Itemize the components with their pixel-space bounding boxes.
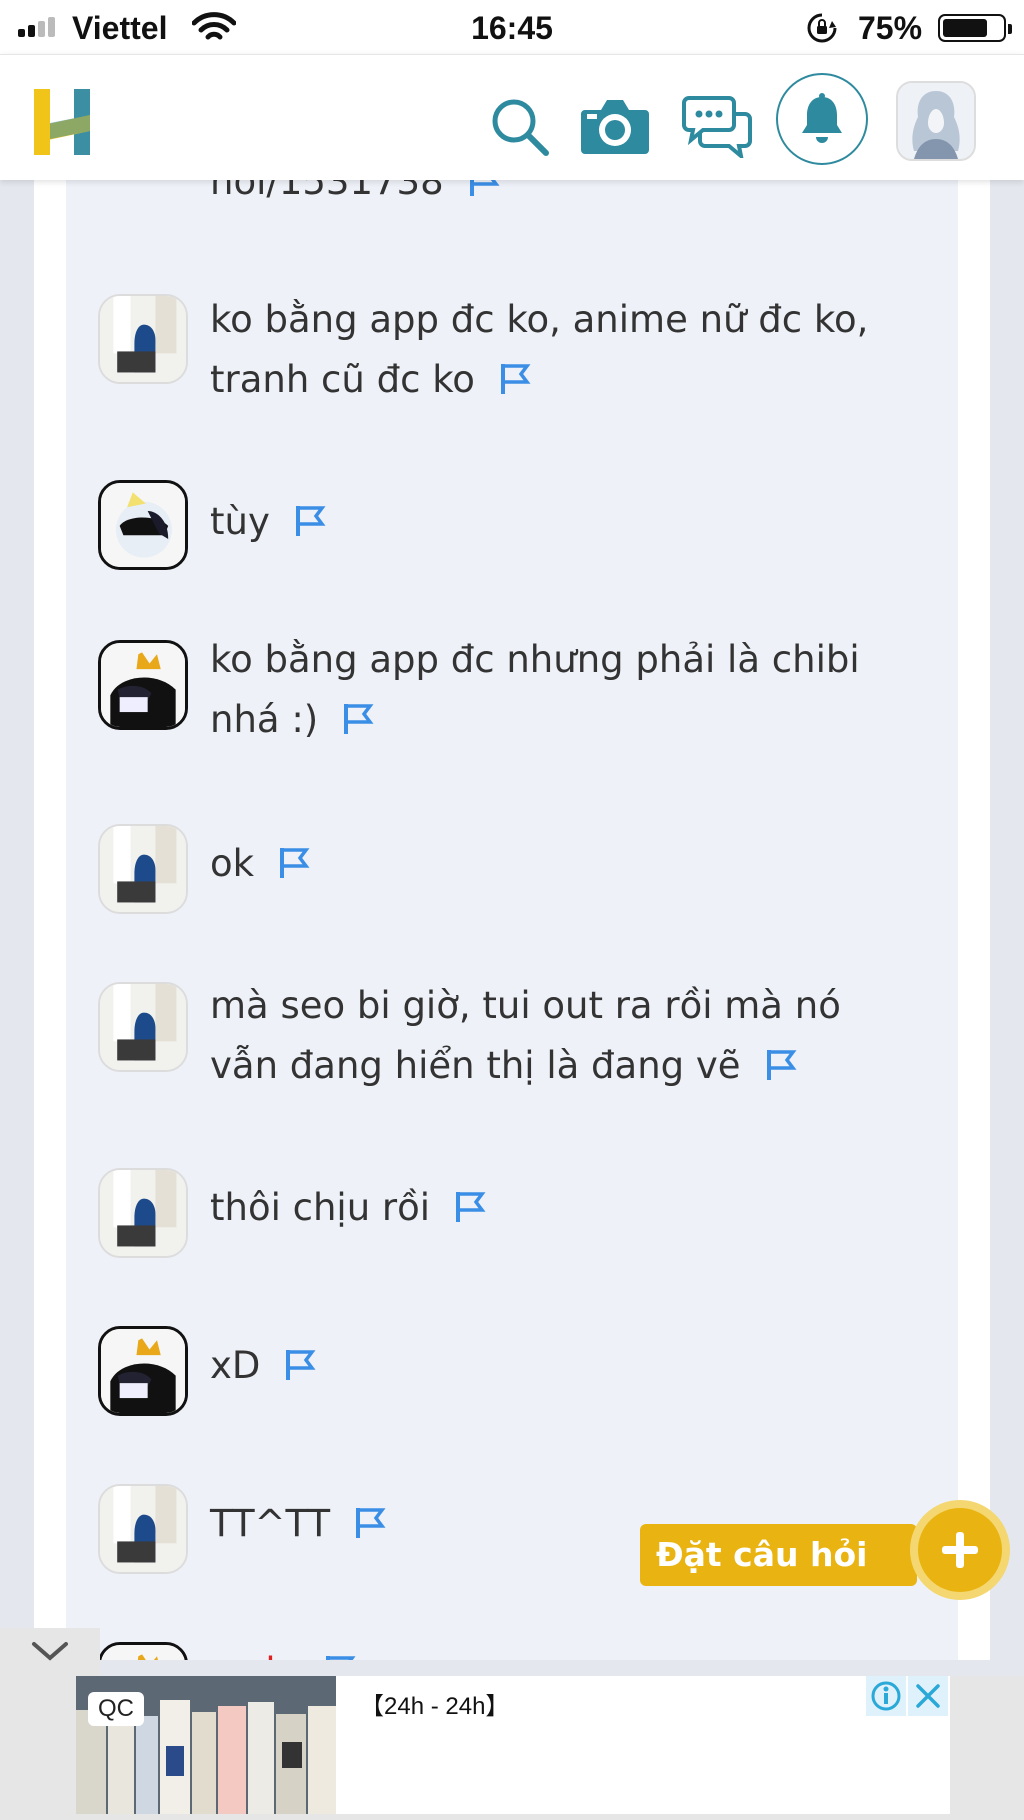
report-flag-icon[interactable]	[499, 362, 531, 396]
chat-message-list[interactable]: hoi/1531738 ko bằng app đc ko, anime nữ …	[66, 180, 958, 1660]
user-avatar[interactable]	[896, 81, 976, 161]
message-text: thôi chịu rồi	[210, 1178, 910, 1238]
report-flag-icon[interactable]	[278, 846, 310, 880]
message-text: sad :	[210, 1642, 910, 1660]
battery-icon	[938, 14, 1012, 42]
message-text: ko bằng app đc nhưng phải là chibi nhá :…	[210, 638, 860, 741]
message-text: hoi/1531738	[210, 180, 910, 212]
report-flag-icon[interactable]	[324, 1654, 356, 1660]
ad-image[interactable]: QC	[76, 1676, 336, 1814]
messages-button[interactable]	[676, 85, 758, 167]
report-flag-icon[interactable]	[342, 702, 374, 736]
search-icon	[492, 99, 549, 156]
user-avatar-character[interactable]	[98, 640, 188, 730]
notifications-button[interactable]	[776, 73, 868, 165]
report-flag-icon[interactable]	[765, 1048, 797, 1082]
user-avatar-girl[interactable]	[98, 824, 188, 914]
ad-close-button[interactable]	[908, 1676, 948, 1716]
ask-question-label[interactable]: Đặt câu hỏi	[640, 1524, 934, 1586]
report-flag-icon[interactable]	[354, 1506, 386, 1540]
report-flag-icon[interactable]	[468, 180, 500, 198]
message-text: mà seo bi giờ, tui out ra rồi mà nó vẫn …	[210, 984, 841, 1087]
bell-icon	[802, 93, 842, 143]
battery-percentage: 75%	[858, 10, 923, 46]
close-icon	[916, 1684, 940, 1708]
user-avatar-girl[interactable]	[98, 982, 188, 1072]
report-flag-icon[interactable]	[454, 1190, 486, 1224]
info-icon	[871, 1681, 901, 1711]
camera-button[interactable]	[578, 89, 652, 163]
camera-icon	[581, 100, 649, 154]
hoc24-logo[interactable]	[30, 87, 94, 157]
app-header	[0, 54, 1024, 180]
search-button[interactable]	[484, 91, 556, 163]
collapse-ad-button[interactable]	[0, 1628, 100, 1676]
report-flag-icon[interactable]	[284, 1348, 316, 1382]
message-text: ko bằng app đc ko, anime nữ đc ko, tranh…	[210, 298, 869, 401]
ad-info-button[interactable]	[866, 1676, 906, 1716]
user-avatar-image	[898, 83, 974, 159]
rotation-lock-icon	[807, 13, 837, 43]
plus-icon	[942, 1532, 978, 1568]
chevron-down-icon	[32, 1642, 68, 1661]
user-avatar-girl[interactable]	[98, 294, 188, 384]
chat-icon	[682, 96, 752, 158]
message-text: xD	[210, 1336, 910, 1396]
user-avatar-girl[interactable]	[98, 1168, 188, 1258]
status-bar: Viettel 16:45 75%	[0, 0, 1024, 54]
user-avatar-girl[interactable]	[98, 1484, 188, 1574]
user-avatar-character[interactable]	[98, 1642, 188, 1660]
message-text: ok	[210, 834, 910, 894]
user-avatar-character[interactable]	[98, 480, 188, 570]
ad-title[interactable]: 【24h - 24h】	[360, 1690, 509, 1724]
ad-label: QC	[88, 1692, 144, 1726]
ask-question-button[interactable]	[910, 1500, 1010, 1600]
message-text: tùy	[210, 492, 910, 552]
report-flag-icon[interactable]	[294, 504, 326, 538]
user-avatar-character[interactable]	[98, 1326, 188, 1416]
ad-banner[interactable]: QC 【24h - 24h】	[76, 1676, 950, 1814]
